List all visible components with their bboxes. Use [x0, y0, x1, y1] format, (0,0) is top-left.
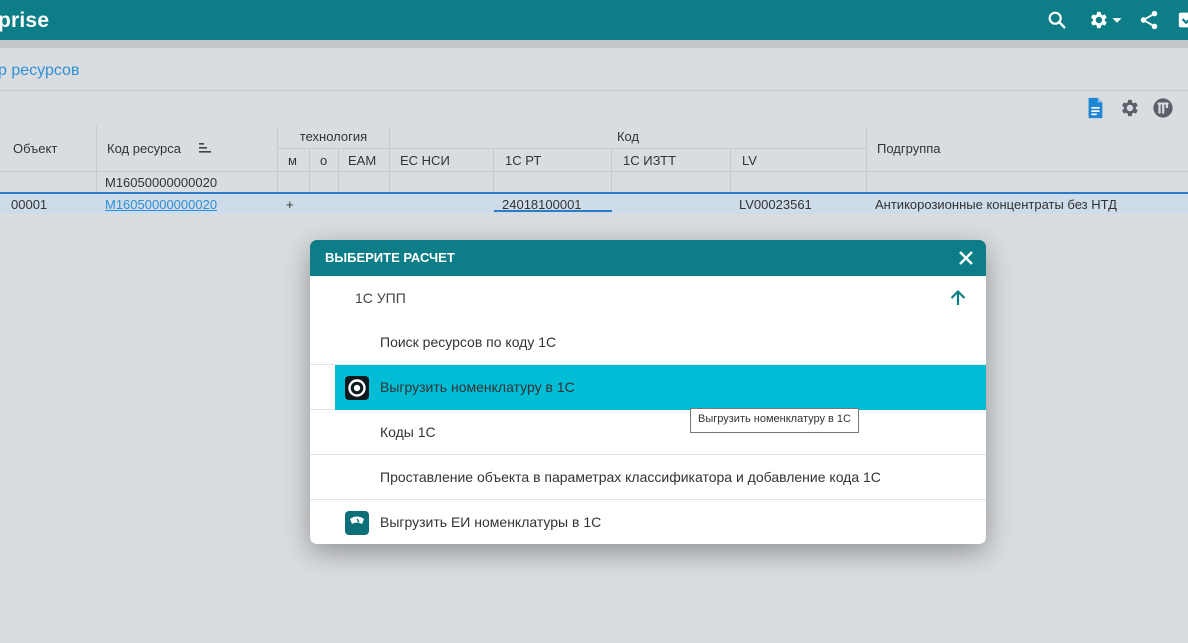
menu-item-export-units[interactable]: Выгрузить ЕИ номенклатуры в 1С: [310, 500, 986, 544]
filter-cell[interactable]: [339, 172, 390, 193]
page-header: р ресурсов: [0, 48, 1188, 91]
filter-cell[interactable]: [390, 172, 494, 193]
scale-icon: [345, 511, 369, 535]
row-cell-focus-underline: [494, 210, 612, 212]
group-label: 1С УПП: [355, 290, 406, 306]
target-icon: [345, 376, 369, 400]
document-icon[interactable]: [1084, 97, 1106, 119]
group-header-1c-upp[interactable]: 1С УПП: [310, 276, 986, 320]
arrow-up-icon[interactable]: [948, 288, 968, 308]
table-header-cell: EAM: [339, 149, 390, 172]
header-tech-m: м: [288, 153, 297, 168]
chevron-down-icon[interactable]: [1110, 9, 1124, 31]
table-header-cell: ЕС НСИ: [390, 149, 494, 172]
settings-icon[interactable]: [1118, 97, 1140, 119]
table-header-cell: 1С РТ: [494, 149, 612, 172]
table-header-cell: LV: [731, 149, 867, 172]
filter-resource-code[interactable]: M16050000000020: [105, 175, 217, 190]
table-header-cell: о: [310, 149, 339, 172]
filter-cell[interactable]: M16050000000020: [97, 172, 278, 193]
columns-icon[interactable]: [1152, 97, 1174, 119]
header-lv: LV: [742, 153, 757, 168]
sort-icon[interactable]: [198, 142, 212, 154]
tooltip: Выгрузить номенклатуру в 1С: [690, 408, 859, 433]
app-brand: prise: [0, 9, 50, 32]
filter-cell[interactable]: [0, 172, 97, 193]
search-icon[interactable]: [1046, 9, 1068, 31]
share-icon[interactable]: [1138, 9, 1160, 31]
row-tech-m: +: [286, 197, 294, 212]
header-tech-eam: EAM: [348, 153, 377, 168]
table-header-cell[interactable]: Код ресурса: [97, 126, 278, 172]
header-1c-rt: 1С РТ: [505, 153, 542, 168]
menu-item-search-by-1c-code[interactable]: Поиск ресурсов по коду 1С: [310, 320, 986, 365]
dialog-title: ВЫБЕРИТЕ РАСЧЕТ: [325, 250, 455, 265]
header-subgroup: Подгруппа: [877, 141, 941, 156]
header-resource-code[interactable]: Код ресурса: [107, 141, 181, 156]
menu-item-1c-codes[interactable]: Коды 1С: [310, 410, 986, 455]
menu-item-label: Проставление объекта в параметрах класси…: [380, 469, 881, 485]
row-object: 00001: [11, 197, 48, 212]
dialog-header: ВЫБЕРИТЕ РАСЧЕТ: [310, 240, 986, 276]
menu-item-export-nomenclature[interactable]: Выгрузить номенклатуру в 1С: [310, 365, 986, 410]
table-header-group: технология: [278, 126, 390, 149]
select-calculation-dialog: ВЫБЕРИТЕ РАСЧЕТ 1С УПП Поиск ресурсов по…: [310, 240, 986, 544]
page-title: р ресурсов: [0, 62, 80, 79]
filter-cell[interactable]: [867, 172, 1188, 193]
top-bar-shadow: [0, 40, 1188, 48]
row-resource-code-link[interactable]: M16050000000020: [105, 197, 217, 212]
menu-item-label: Выгрузить ЕИ номенклатуры в 1С: [380, 514, 602, 530]
menu-item-label: Выгрузить номенклатуру в 1С: [380, 379, 575, 395]
table-header-cell: Подгруппа: [867, 126, 1188, 172]
menu-item-label: Коды 1С: [380, 424, 436, 440]
header-technology: технология: [299, 129, 368, 144]
table-header-group: Код: [390, 126, 867, 149]
table-header-cell: Объект: [0, 126, 97, 172]
filter-cell[interactable]: [278, 172, 310, 193]
inbox-icon[interactable]: [1177, 9, 1188, 31]
header-ec-nsi: ЕС НСИ: [400, 153, 450, 168]
filter-cell[interactable]: [731, 172, 867, 193]
row-subgroup: Антикорозионные концентраты без НТД: [875, 197, 1117, 212]
filter-cell[interactable]: [612, 172, 731, 193]
close-icon[interactable]: [956, 248, 976, 268]
header-object: Объект: [13, 141, 58, 156]
header-code: Код: [616, 129, 640, 144]
filter-cell[interactable]: [310, 172, 339, 193]
table-header-cell: м: [278, 149, 310, 172]
filter-cell[interactable]: [494, 172, 612, 193]
header-1c-iztt: 1С ИЗТТ: [623, 153, 677, 168]
header-tech-o: о: [320, 153, 328, 168]
gear-icon[interactable]: [1087, 9, 1109, 31]
menu-item-set-object-classifier[interactable]: Проставление объекта в параметрах класси…: [310, 455, 986, 500]
menu-item-label: Поиск ресурсов по коду 1С: [380, 334, 557, 350]
top-bar: prise: [0, 0, 1188, 40]
table-header-cell: 1С ИЗТТ: [612, 149, 731, 172]
row-lv: LV00023561: [739, 197, 812, 212]
